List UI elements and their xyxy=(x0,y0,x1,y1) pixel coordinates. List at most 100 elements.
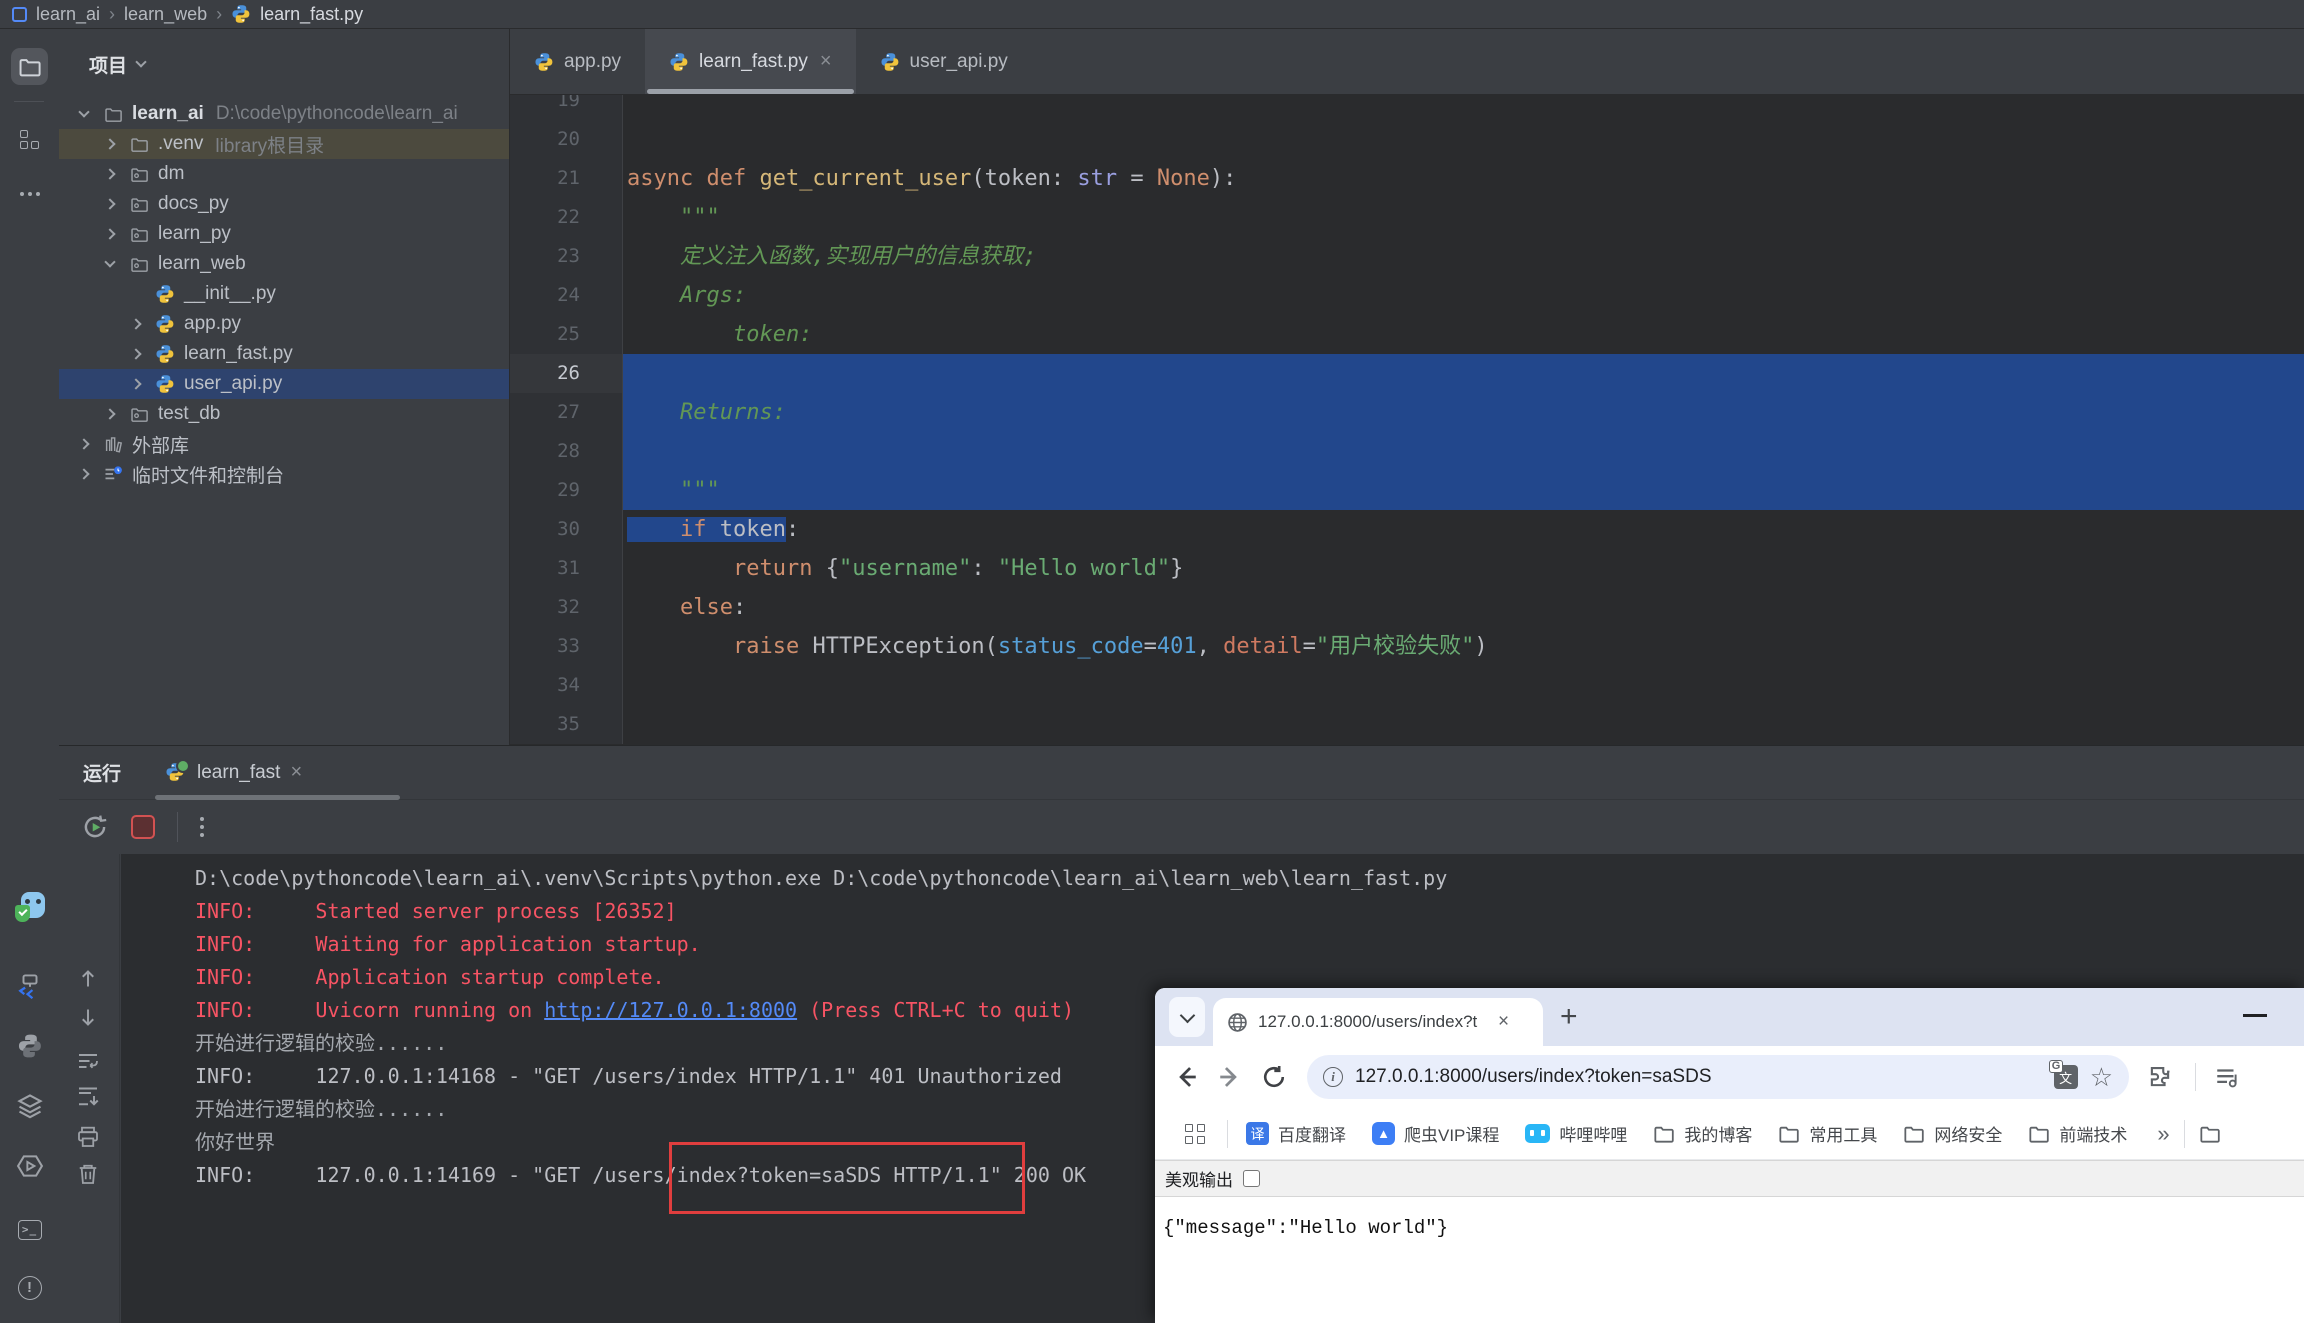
chevron-right-icon[interactable] xyxy=(130,348,141,359)
chevron-right-icon[interactable] xyxy=(104,168,115,179)
media-playlist-icon[interactable] xyxy=(2214,1064,2240,1090)
code-line[interactable]: 31 return {"username": "Hello world"} xyxy=(510,549,2304,588)
close-icon[interactable]: × xyxy=(1498,1011,1509,1033)
bookmark-star-icon[interactable]: ☆ xyxy=(2090,1062,2113,1093)
code-line[interactable]: 20 xyxy=(510,120,2304,159)
browser-tab[interactable]: 127.0.0.1:8000/users/index?t × xyxy=(1213,998,1543,1046)
chevron-right-icon[interactable] xyxy=(78,468,89,479)
code-line[interactable]: 28 xyxy=(510,432,2304,471)
problems-tool-button[interactable]: ! xyxy=(11,1269,48,1306)
bookmark-我的博客[interactable]: 我的博客 xyxy=(1653,1121,1752,1146)
translate-icon[interactable]: 文 xyxy=(2054,1065,2078,1089)
close-icon[interactable]: × xyxy=(820,50,832,73)
extensions-icon[interactable] xyxy=(2147,1064,2173,1090)
bookmark-常用工具[interactable]: 常用工具 xyxy=(1778,1121,1877,1146)
python-packages-button[interactable] xyxy=(11,1087,48,1124)
print-button[interactable] xyxy=(73,1122,103,1152)
code-line[interactable]: 23 定义注入函数,实现用户的信息获取; xyxy=(510,237,2304,276)
back-button[interactable] xyxy=(1173,1064,1199,1090)
tree-item-test_db[interactable]: test_db xyxy=(59,399,509,429)
tree-item-user_api.py[interactable]: user_api.py xyxy=(59,369,509,399)
down-stacktrace-button[interactable] xyxy=(73,1002,103,1032)
chevron-right-icon[interactable] xyxy=(130,378,141,389)
apps-grid-icon[interactable] xyxy=(1185,1124,1205,1144)
tree-item-learn_web[interactable]: learn_web xyxy=(59,249,509,279)
structure-tool-button[interactable] xyxy=(11,121,48,158)
soft-wrap-button[interactable] xyxy=(73,1046,103,1076)
stop-button[interactable] xyxy=(131,815,155,839)
tree-item-外部库[interactable]: 外部库 xyxy=(59,429,509,459)
python-console-button[interactable] xyxy=(11,1027,48,1064)
folder-icon[interactable] xyxy=(2199,1123,2221,1145)
pretty-print-checkbox[interactable] xyxy=(1243,1170,1260,1187)
forward-button[interactable] xyxy=(1217,1064,1243,1090)
editor-tab-learn_fast.py[interactable]: learn_fast.py× xyxy=(645,29,855,94)
chevron-right-icon[interactable] xyxy=(104,198,115,209)
code-line[interactable]: 26 xyxy=(510,354,2304,393)
code-line[interactable]: 21async def get_current_user(token: str … xyxy=(510,159,2304,198)
code-line[interactable]: 29 """ xyxy=(510,471,2304,510)
chevron-right-icon[interactable] xyxy=(130,318,141,329)
tree-item-dm[interactable]: dm xyxy=(59,159,509,189)
code-line[interactable]: 35 xyxy=(510,705,2304,744)
reload-button[interactable] xyxy=(1261,1064,1287,1090)
console-options-button[interactable] xyxy=(200,817,204,837)
breadcrumb-file[interactable]: learn_fast.py xyxy=(260,4,363,25)
tree-item-learn_py[interactable]: learn_py xyxy=(59,219,509,249)
scroll-to-end-button[interactable] xyxy=(73,1081,103,1111)
minimize-button[interactable] xyxy=(2243,1014,2267,1017)
code-line[interactable]: 33 raise HTTPException(status_code=401, … xyxy=(510,627,2304,666)
project-tool-button[interactable] xyxy=(11,48,48,85)
code-area[interactable]: 192021async def get_current_user(token: … xyxy=(510,95,2304,745)
run-tab[interactable]: learn_fast × xyxy=(165,746,302,799)
chevron-right-icon[interactable] xyxy=(78,438,89,449)
new-tab-button[interactable]: + xyxy=(1560,1000,1578,1034)
terminal-tool-button[interactable]: >_ xyxy=(11,1211,48,1248)
editor-tab-user_api.py[interactable]: user_api.py xyxy=(856,29,1032,94)
code-line[interactable]: 25 token: xyxy=(510,315,2304,354)
up-stacktrace-button[interactable] xyxy=(73,964,103,994)
bookmark-前端技术[interactable]: 前端技术 xyxy=(2028,1121,2127,1146)
code-line[interactable]: 34 xyxy=(510,666,2304,705)
bookmarks-overflow-button[interactable]: » xyxy=(2157,1121,2169,1147)
address-bar[interactable]: i 127.0.0.1:8000/users/index?token=saSDS… xyxy=(1307,1055,2129,1099)
tree-item-__init__.py[interactable]: __init__.py xyxy=(59,279,509,309)
chevron-right-icon[interactable] xyxy=(104,138,115,149)
bookmark-百度翻译[interactable]: 译百度翻译 xyxy=(1246,1121,1346,1146)
tree-item-learn_fast.py[interactable]: learn_fast.py xyxy=(59,339,509,369)
tree-item-.venv[interactable]: .venvlibrary根目录 xyxy=(59,129,509,159)
code-line[interactable]: 22 """ xyxy=(510,198,2304,237)
close-icon[interactable]: × xyxy=(290,761,302,784)
assistant-plugin-button[interactable] xyxy=(11,888,48,925)
bookmark-网络安全[interactable]: 网络安全 xyxy=(1903,1121,2002,1146)
editor-tab-app.py[interactable]: app.py xyxy=(510,29,645,94)
code-line[interactable]: 19 xyxy=(510,95,2304,120)
code-line[interactable]: 24 Args: xyxy=(510,276,2304,315)
breadcrumb-project[interactable]: learn_ai xyxy=(36,4,100,25)
bookmark-爬虫VIP课程[interactable]: ▲爬虫VIP课程 xyxy=(1372,1121,1499,1146)
tree-item-app.py[interactable]: app.py xyxy=(59,309,509,339)
tree-item-docs_py[interactable]: docs_py xyxy=(59,189,509,219)
chevron-right-icon[interactable] xyxy=(104,228,115,239)
chevron-down-icon[interactable] xyxy=(104,256,115,267)
bookmark-哔哩哔哩[interactable]: 哔哩哔哩 xyxy=(1525,1121,1627,1146)
console-link[interactable]: http://127.0.0.1:8000 xyxy=(544,998,797,1022)
url-text[interactable]: 127.0.0.1:8000/users/index?token=saSDS xyxy=(1355,1066,2042,1088)
tree-item-临时文件和控制台[interactable]: 临时文件和控制台 xyxy=(59,459,509,489)
tree-item-label: .venv xyxy=(158,133,203,155)
run-tool-button[interactable] xyxy=(11,1147,48,1184)
services-tool-button[interactable] xyxy=(11,967,48,1004)
site-info-icon[interactable]: i xyxy=(1323,1067,1343,1087)
rerun-button[interactable] xyxy=(81,813,109,841)
code-line[interactable]: 27 Returns: xyxy=(510,393,2304,432)
tab-search-button[interactable] xyxy=(1169,997,1205,1037)
breadcrumb-folder[interactable]: learn_web xyxy=(124,4,207,25)
code-line[interactable]: 32 else: xyxy=(510,588,2304,627)
tree-item-learn_ai[interactable]: learn_aiD:\code\pythoncode\learn_ai xyxy=(59,99,509,129)
clear-console-button[interactable] xyxy=(73,1159,103,1189)
project-panel-header[interactable]: 项目 xyxy=(59,29,509,99)
more-tools-button[interactable] xyxy=(11,175,48,212)
code-line[interactable]: 30 if token: xyxy=(510,510,2304,549)
chevron-down-icon[interactable] xyxy=(78,106,89,117)
chevron-right-icon[interactable] xyxy=(104,408,115,419)
